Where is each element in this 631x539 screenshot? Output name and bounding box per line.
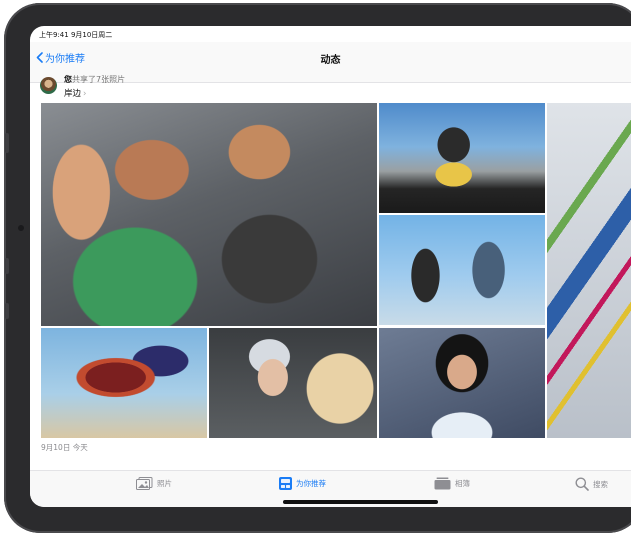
screen: 上午9:41 9月10日周二 为你推荐 动态 您共享了7张照片 岸边 › 9月10… [30, 26, 631, 507]
volume-button [5, 133, 9, 153]
side-button-lower [5, 303, 9, 319]
tab-photos[interactable]: 照片 [136, 477, 172, 490]
search-icon [575, 477, 589, 491]
photo-guitar-duo[interactable] [379, 215, 545, 325]
tab-for-you[interactable]: 为你推荐 [279, 477, 326, 490]
photo-kites[interactable] [547, 103, 631, 438]
back-label: 为你推荐 [45, 54, 85, 65]
shared-by-text: 您共享了7张照片 [64, 74, 125, 85]
tab-search-label: 搜索 [593, 479, 608, 489]
chevron-left-icon [36, 52, 43, 63]
photo-portrait-smile[interactable] [379, 328, 545, 438]
photos-icon [136, 477, 153, 490]
location-label: 岸边 [64, 89, 82, 99]
home-indicator[interactable] [283, 500, 438, 504]
tab-photos-label: 照片 [157, 479, 172, 488]
tab-albums[interactable]: 相簿 [434, 477, 470, 490]
photo-peace-sign[interactable] [379, 103, 545, 213]
page-title: 动态 [320, 55, 341, 66]
tab-albums-label: 相簿 [455, 479, 470, 488]
chevron-right-icon: › [83, 89, 87, 99]
tab-for-you-label: 为你推荐 [296, 479, 326, 488]
photo-scarf-wind[interactable] [41, 328, 207, 438]
side-button [5, 258, 9, 274]
photo-sun-hat[interactable] [209, 328, 377, 438]
post-date: 9月10日 今天 [41, 443, 88, 452]
for-you-icon [279, 477, 292, 490]
location-link[interactable]: 岸边 › [64, 87, 86, 99]
shared-count-text: 共享了7张照片 [72, 75, 126, 84]
sharer-name: 您 [64, 75, 72, 84]
photo-friends-selfie[interactable] [41, 103, 377, 326]
back-button[interactable]: 为你推荐 [36, 50, 85, 65]
status-time-date: 上午9:41 9月10日周二 [39, 31, 113, 39]
front-camera [18, 225, 24, 231]
tab-search[interactable]: 搜索 [575, 477, 608, 491]
albums-icon [434, 477, 451, 490]
avatar[interactable] [40, 77, 57, 94]
